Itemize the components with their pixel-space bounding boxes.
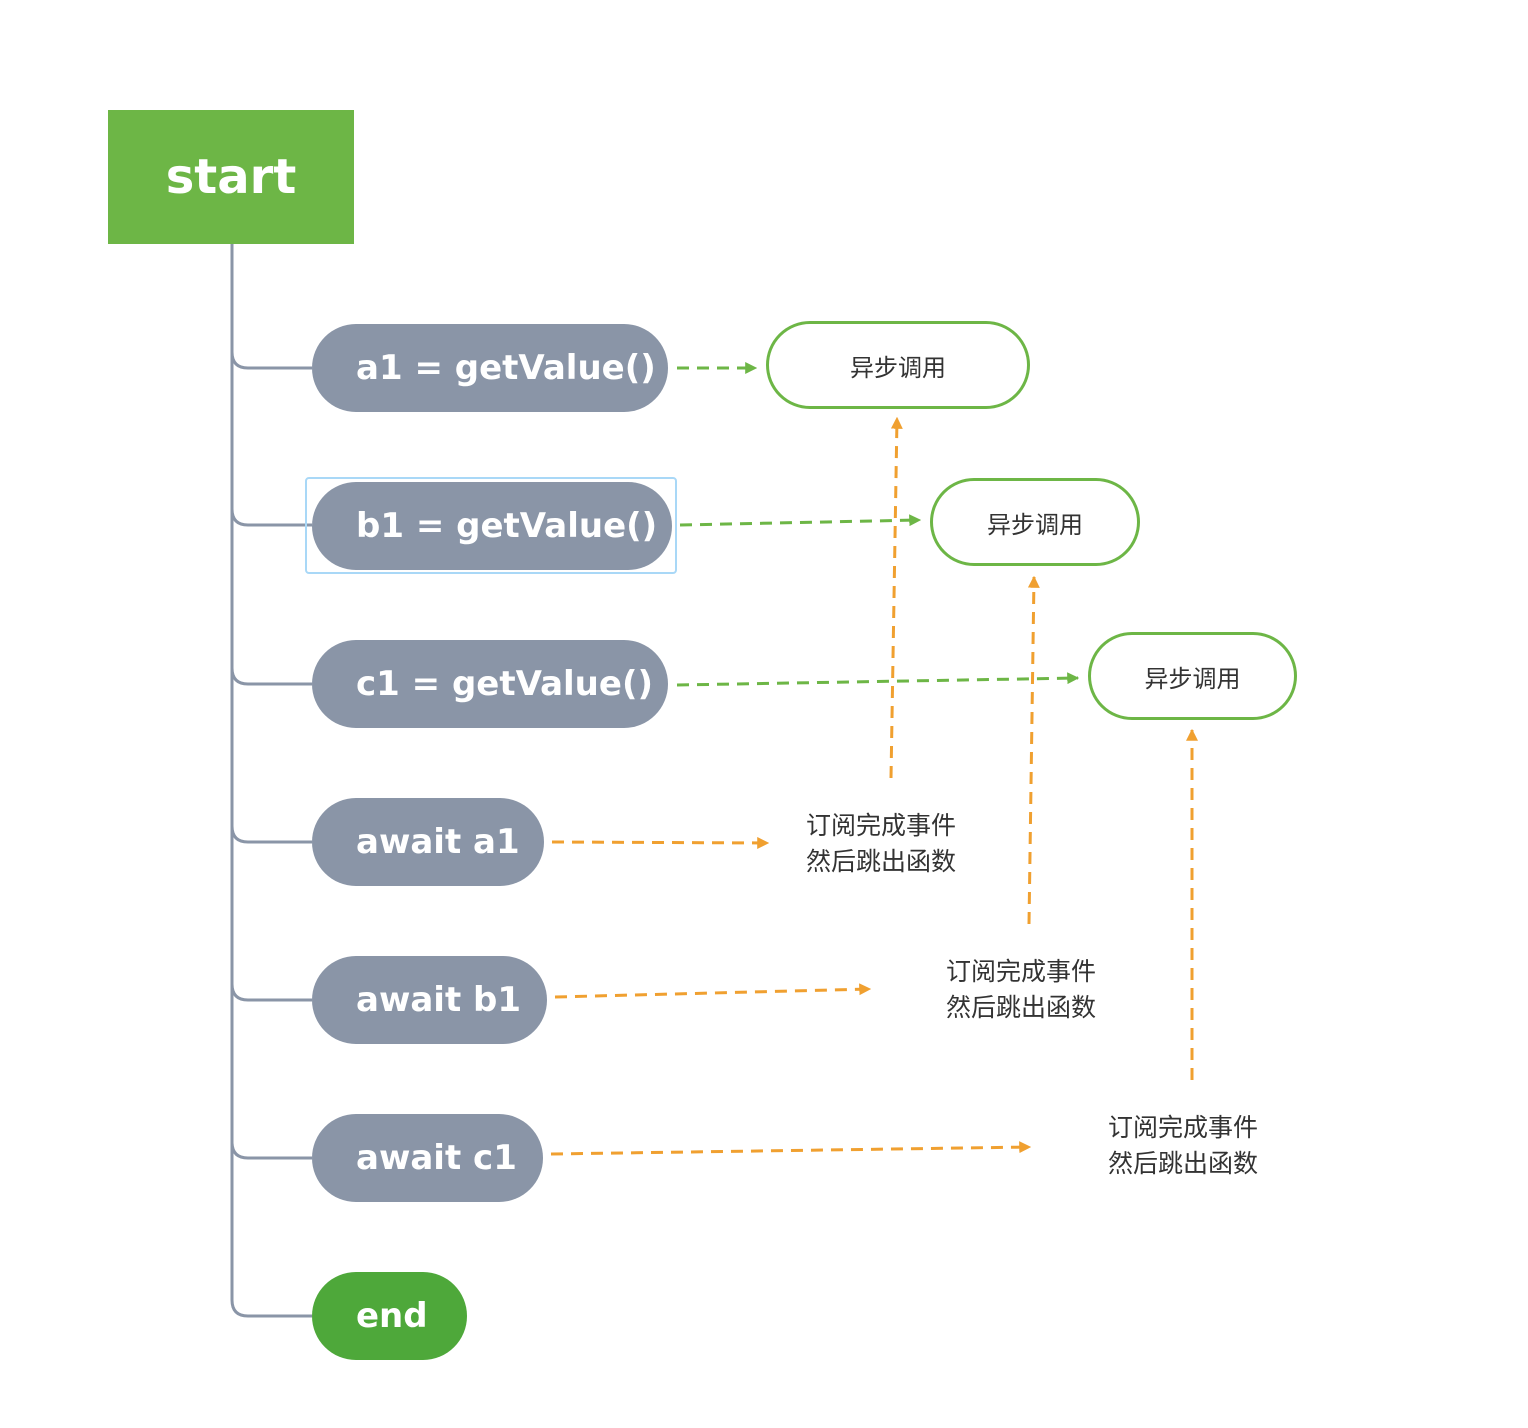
branch-await-c1 [230, 1141, 312, 1160]
arrow-note1-to-async1 [889, 416, 903, 779]
step-await-a1[interactable]: await a1 [312, 798, 544, 886]
note-line-1: 订阅完成事件 [806, 811, 957, 840]
note-1: 订阅完成事件 然后跳出函数 [806, 808, 956, 880]
async-call-3[interactable]: 异步调用 [1088, 632, 1297, 720]
async-call-1[interactable]: 异步调用 [766, 321, 1030, 409]
arrow-c1-to-async [676, 672, 1080, 687]
arrow-await-a1-to-note [551, 836, 770, 849]
async-call-2[interactable]: 异步调用 [930, 478, 1140, 566]
branch-c1 [230, 667, 312, 686]
arrow-b1-to-async [679, 514, 922, 527]
note-line-2: 然后跳出函数 [1108, 1149, 1259, 1178]
end-label: end [356, 1296, 428, 1336]
note-3: 订阅完成事件 然后跳出函数 [1108, 1110, 1258, 1182]
step-label: a1 = getValue() [356, 348, 656, 388]
arrow-note2-to-async2 [1027, 575, 1040, 925]
start-node[interactable]: start [108, 110, 354, 244]
note-line-2: 然后跳出函数 [946, 993, 1097, 1022]
step-a1[interactable]: a1 = getValue() [312, 324, 668, 412]
note-line-1: 订阅完成事件 [1108, 1113, 1259, 1142]
arrow-await-b1-to-note [554, 983, 872, 999]
step-b1[interactable]: b1 = getValue() [312, 482, 672, 570]
end-node[interactable]: end [312, 1272, 467, 1360]
start-label: start [165, 149, 297, 205]
arrow-await-c1-to-note [550, 1141, 1032, 1156]
step-await-c1[interactable]: await c1 [312, 1114, 543, 1202]
step-label: await a1 [356, 822, 520, 862]
async-call-label: 异步调用 [850, 353, 946, 382]
async-call-label: 异步调用 [1144, 664, 1241, 693]
step-await-b1[interactable]: await b1 [312, 956, 547, 1044]
trunk-line [230, 244, 312, 1318]
step-label: b1 = getValue() [356, 506, 658, 546]
branch-b1 [230, 508, 312, 527]
step-label: await b1 [356, 980, 522, 1020]
step-label: c1 = getValue() [356, 664, 654, 704]
note-2: 订阅完成事件 然后跳出函数 [946, 954, 1096, 1026]
branch-await-a1 [230, 825, 312, 844]
note-line-1: 订阅完成事件 [946, 957, 1097, 986]
async-call-label: 异步调用 [987, 510, 1083, 539]
step-c1[interactable]: c1 = getValue() [312, 640, 668, 728]
note-line-2: 然后跳出函数 [806, 847, 957, 876]
step-label: await c1 [356, 1138, 517, 1178]
branch-a1 [230, 351, 312, 370]
branch-await-b1 [230, 983, 312, 1002]
